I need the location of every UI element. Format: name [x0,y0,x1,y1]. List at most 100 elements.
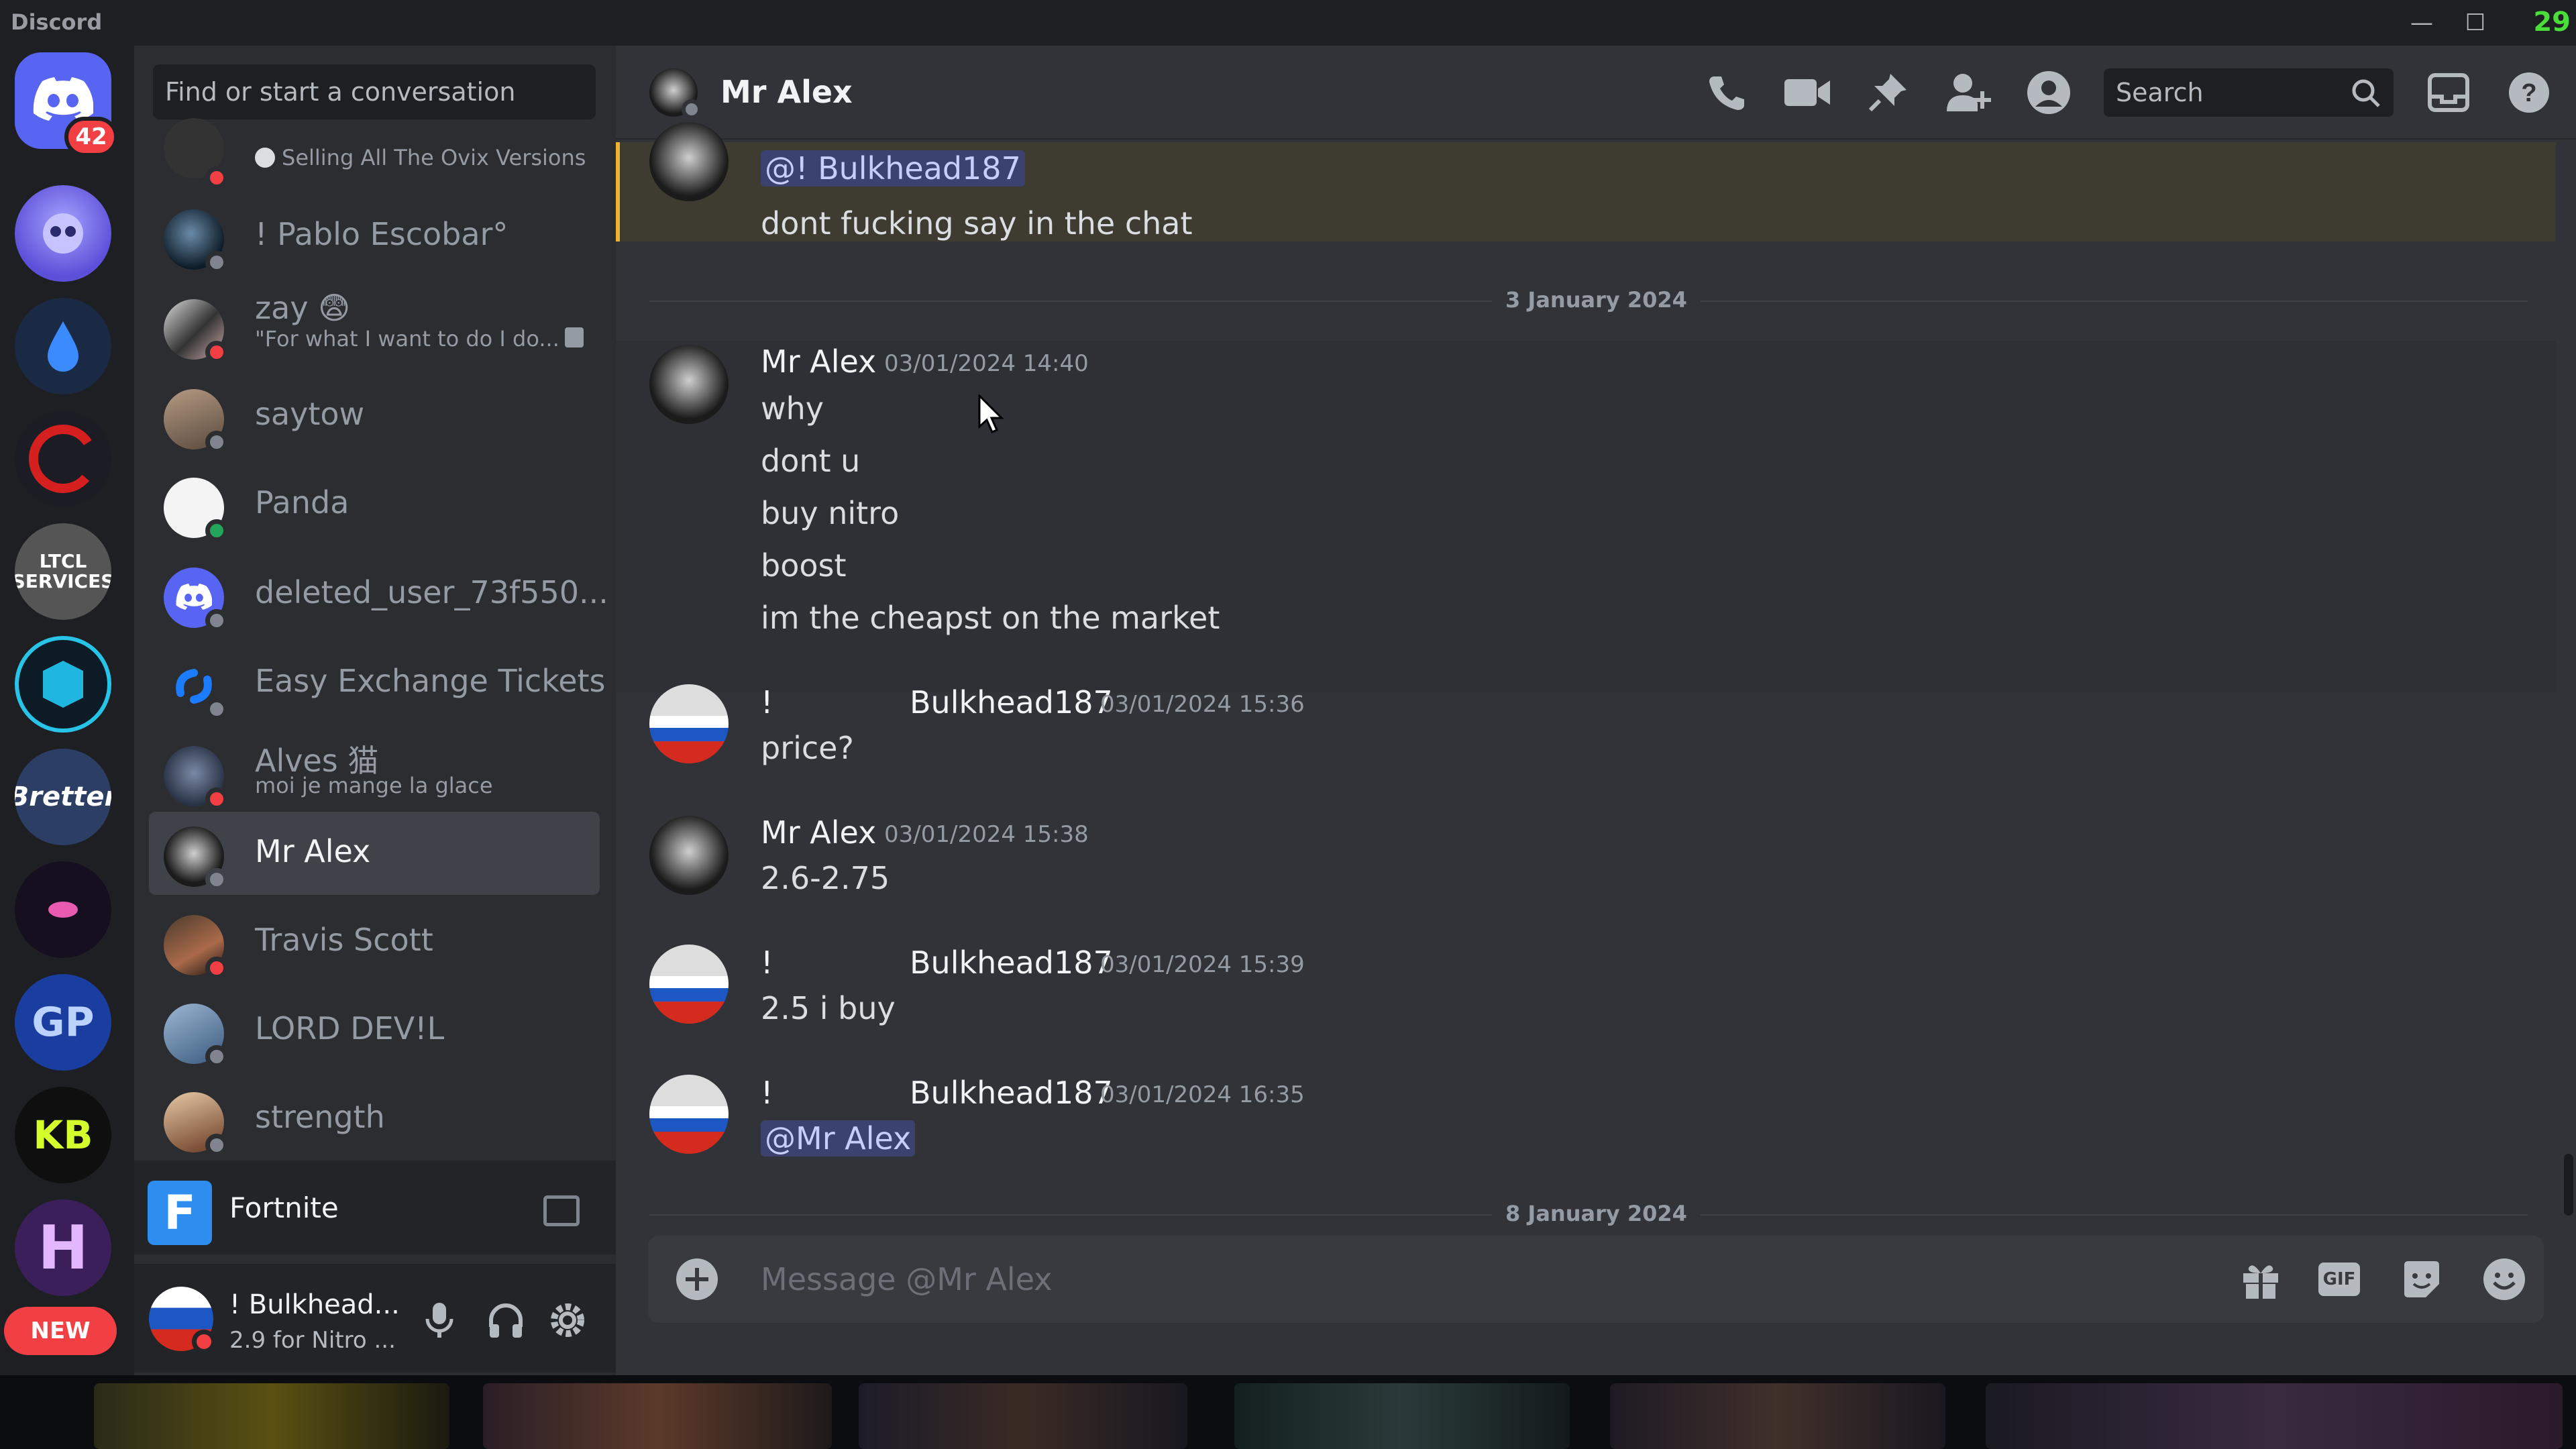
server-icon-bretter[interactable]: Bretter [15,749,111,845]
search-icon [2352,79,2380,107]
dm-name: LORD DEV!L [255,1010,445,1046]
inbox-icon[interactable] [2422,66,2475,119]
thumbnail [1610,1383,1945,1449]
message-timestamp: 03/01/2024 14:40 [884,350,1089,377]
server-icon-h[interactable]: H [15,1199,111,1296]
minimize-icon[interactable]: — [2402,5,2442,40]
dm-item-lord-devil[interactable]: LORD DEV!L [149,989,600,1072]
status-offline-icon [205,868,228,891]
dm-item-travis-scott[interactable]: Travis Scott [149,900,600,983]
message-author-prefix[interactable]: ! [761,1075,773,1111]
find-conversation-input[interactable]: Find or start a conversation [153,64,596,119]
sticker-icon[interactable] [2400,1258,2443,1301]
avatar[interactable] [649,945,729,1024]
message-text: dont fucking say in the chat [761,205,1193,241]
maximize-icon[interactable]: ☐ [2455,5,2496,40]
discord-logo-icon [176,584,212,610]
dm-item-easy-exchange[interactable]: Easy Exchange Tickets [149,641,606,724]
user-name: ! Bulkhead... [229,1289,400,1320]
dm-item-alves[interactable]: Alves 猫 moi je mange la glace [149,731,600,814]
thumbnail [483,1383,832,1449]
gif-button[interactable]: GIF [2318,1263,2360,1296]
message-input[interactable]: Message @Mr Alex [761,1261,1052,1297]
message-author[interactable]: Mr Alex [761,343,876,380]
message-author[interactable]: Bulkhead187 [910,945,1113,981]
add-attachment-icon[interactable] [675,1257,719,1301]
avatar[interactable] [649,1075,729,1154]
message-author-prefix[interactable]: ! [761,684,773,720]
stream-icon[interactable] [543,1195,580,1226]
dm-item-deleted-user[interactable]: deleted_user_73f550... [149,553,608,636]
dm-item-zay[interactable]: zay 😨 "For what I want to do I do... [149,284,600,368]
server-icon-orb[interactable] [15,861,111,958]
fps-counter: 29 [2533,7,2571,38]
status-offline-icon [682,99,702,119]
server-icon-kb[interactable]: KB [15,1087,111,1183]
thumbnail [1986,1383,2563,1449]
dm-item-saytow[interactable]: saytow [149,374,600,458]
thumbnail [859,1383,1187,1449]
emoji-icon[interactable] [2482,1257,2526,1301]
dm-sidebar: Find or start a conversation Selling All… [134,46,616,1375]
user-mention[interactable]: @! Bulkhead187 [761,150,1025,186]
avatar[interactable] [649,684,729,763]
server-icon-ltcl[interactable]: LTCL SERVICES [15,523,111,620]
server-icon-robot[interactable] [15,185,111,282]
scrollbar-thumb[interactable] [2564,1154,2573,1216]
message-author[interactable]: Bulkhead187 [910,1075,1113,1111]
chat-area: Mr Alex Search ? @! Bulkhead187 dont fuc… [616,46,2576,1375]
user-panel: ! Bulkhead... 2.9 for Nitro ... [134,1264,616,1373]
message-icon [565,327,584,347]
message-timestamp: 03/01/2024 15:39 [1100,951,1305,978]
status-online-icon [205,519,228,542]
avatar[interactable] [649,816,729,895]
dm-item-panda[interactable]: Panda [149,463,600,546]
dm-name: strength [255,1099,385,1135]
dm-custom-status: Selling All The Ovix Versions [282,145,586,170]
game-name: Fortnite [229,1191,339,1224]
user-status: 2.9 for Nitro ... [229,1327,396,1354]
add-friend-icon[interactable] [1941,66,1995,119]
gift-icon[interactable] [2239,1258,2282,1301]
settings-gear-icon[interactable] [547,1300,588,1340]
server-rail: 42 LTCL SERVICES Bretter GP KB H NEW [0,46,134,1375]
headphones-icon[interactable] [486,1300,526,1340]
help-icon[interactable]: ? [2502,66,2556,119]
message-author[interactable]: Mr Alex [761,814,876,851]
date-divider-label: 3 January 2024 [1492,287,1701,313]
message-text: im the cheapst on the market [761,600,1220,636]
message-author-prefix[interactable]: ! [761,945,773,981]
pinned-messages-icon[interactable] [1861,66,1915,119]
microphone-icon[interactable] [421,1300,458,1340]
message-composer: Message @Mr Alex GIF [648,1236,2544,1323]
dm-item-mr-alex[interactable]: Mr Alex [149,812,600,895]
game-activity-bar: F Fortnite [134,1161,616,1254]
server-icon-c[interactable] [15,411,111,507]
avatar[interactable] [649,345,729,424]
user-mention[interactable]: @Mr Alex [761,1120,916,1157]
status-offline-icon [205,698,228,720]
message-text: boost [761,547,847,584]
status-dnd-icon [205,166,228,189]
voice-call-icon[interactable] [1700,66,1754,119]
status-dnd-icon [205,957,228,979]
dm-custom-status: "For what I want to do I do... [255,326,559,352]
chat-header: Mr Alex Search ? [616,46,2576,140]
dm-name: zay 😨 [255,290,351,326]
svg-text:?: ? [2521,79,2536,107]
message-author[interactable]: Bulkhead187 [910,684,1113,720]
server-icon-drop[interactable] [15,298,111,394]
message-timestamp: 03/01/2024 16:35 [1100,1081,1305,1108]
dm-item[interactable]: Selling All The Ovix Versions [149,118,600,189]
background-thumbnails-strip [0,1375,2576,1449]
dm-item-pablo[interactable]: ! Pablo Escobar° [149,195,600,278]
dm-name: ! Pablo Escobar° [255,216,508,252]
server-icon-gp[interactable]: GP [15,974,111,1071]
user-profile-icon[interactable] [2022,66,2076,119]
message-text: buy nitro [761,495,900,531]
message-text: dont u [761,443,861,479]
status-offline-icon [205,609,228,632]
dm-item-strength[interactable]: strength [149,1077,600,1161]
server-icon-cyan[interactable] [15,636,111,733]
video-call-icon[interactable] [1780,66,1834,119]
